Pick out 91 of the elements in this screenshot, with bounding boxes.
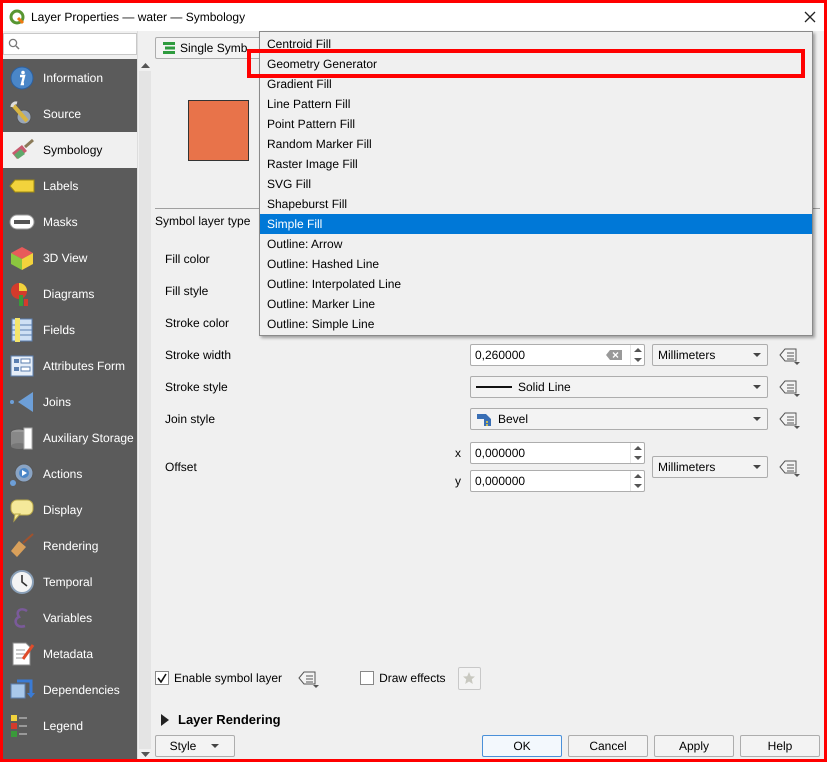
stacked-bars-icon [162, 41, 176, 55]
menu-item[interactable]: Outline: Arrow [260, 234, 812, 254]
unit-dropdown[interactable]: Millimeters [652, 456, 768, 478]
menu-item[interactable]: Outline: Hashed Line [260, 254, 812, 274]
sidebar-item[interactable]: Temporal [3, 564, 137, 600]
checkbox[interactable] [155, 671, 169, 685]
field-label: Fill color [165, 251, 210, 268]
menu-item[interactable]: Gradient Fill [260, 74, 812, 94]
caret-icon [210, 743, 220, 749]
close-icon [804, 11, 816, 23]
speech-bubble-icon [9, 497, 35, 523]
sidebar-item[interactable]: Joins [3, 384, 137, 420]
sidebar-item[interactable]: Legend [3, 708, 137, 744]
menu-item[interactable]: Raster Image Fill [260, 154, 812, 174]
axis-label: y [455, 473, 462, 490]
search-icon [8, 38, 20, 50]
line-style-dropdown[interactable]: Solid Line [470, 376, 768, 398]
sidebar-item[interactable]: Dependencies [3, 672, 137, 708]
spin-arrows-icon [630, 471, 644, 491]
gear-play-icon [9, 461, 35, 487]
sidebar-item[interactable]: Masks [3, 204, 137, 240]
sidebar-item[interactable]: Symbology [3, 132, 137, 168]
sidebar-item[interactable]: Auxiliary Storage [3, 420, 137, 456]
dialog-button[interactable]: Help [740, 735, 820, 757]
broom-icon [9, 533, 35, 559]
caret-icon [752, 464, 762, 470]
sidebar-item[interactable]: Display [3, 492, 137, 528]
sidebar-item[interactable]: Rendering [3, 528, 137, 564]
expand-arrow-icon [160, 714, 170, 726]
caret-icon [752, 352, 762, 358]
line-sample-icon [476, 385, 512, 389]
field-label: Join style [165, 411, 216, 428]
sidebar-item[interactable]: Fields [3, 312, 137, 348]
info-icon [9, 65, 35, 91]
sidebar-item[interactable]: Information [3, 60, 137, 96]
axis-label: x [455, 445, 462, 462]
checkmark-icon [157, 673, 167, 683]
star-icon [462, 671, 476, 685]
effects-button[interactable] [458, 666, 481, 690]
menu-item[interactable]: Shapeburst Fill [260, 194, 812, 214]
menu-item[interactable]: Line Pattern Fill [260, 94, 812, 114]
menu-item[interactable]: SVG Fill [260, 174, 812, 194]
menu-item[interactable]: Outline: Interpolated Line [260, 274, 812, 294]
menu-item[interactable]: Point Pattern Fill [260, 114, 812, 134]
checkbox[interactable] [360, 671, 374, 685]
sidebar-item[interactable]: Labels [3, 168, 137, 204]
clear-icon [606, 350, 622, 360]
menu-item[interactable]: Simple Fill [260, 214, 812, 234]
bevel-join-icon [476, 411, 492, 427]
table-icon [9, 317, 35, 343]
spin-arrows-icon [630, 443, 644, 463]
clock-icon [9, 569, 35, 595]
sidebar-item[interactable]: Actions [3, 456, 137, 492]
number-field[interactable]: 0,260000 [470, 344, 645, 366]
checkbox-label: Draw effects [379, 670, 446, 687]
sidebar-item[interactable]: Attributes Form [3, 348, 137, 384]
field-label: Stroke width [165, 347, 232, 364]
search-field[interactable] [3, 33, 137, 55]
sidebar-item[interactable]: 3D View [3, 240, 137, 276]
window-title: Layer Properties — water — Symbology [31, 9, 246, 26]
caret-icon [752, 416, 762, 422]
caret-icon [752, 384, 762, 390]
cube-icon [9, 245, 35, 271]
database-icon [9, 425, 35, 451]
unit-dropdown[interactable]: Millimeters [652, 344, 768, 366]
menu-item[interactable]: Outline: Marker Line [260, 294, 812, 314]
style-button[interactable]: Style [155, 735, 235, 757]
join-cone-icon [9, 389, 35, 415]
field-label: Fill style [165, 283, 208, 300]
form-icon [9, 353, 35, 379]
sidebar-item[interactable]: Variables [3, 600, 137, 636]
dialog-button[interactable]: Apply [654, 735, 734, 757]
number-field[interactable]: 0,000000 [470, 442, 645, 464]
join-style-dropdown[interactable]: Bevel [470, 408, 768, 430]
checkbox-label: Enable symbol layer [174, 670, 282, 687]
spin-arrows-icon [630, 345, 644, 365]
field-label: Stroke color [165, 315, 230, 332]
field-label: Stroke style [165, 379, 228, 396]
sidebar-item[interactable]: Diagrams [3, 276, 137, 312]
menu-item[interactable]: Outline: Simple Line [260, 314, 812, 334]
number-field[interactable]: 0,000000 [470, 470, 645, 492]
app-logo-icon [9, 9, 25, 25]
sidebar-item[interactable]: Metadata [3, 636, 137, 672]
symbol-preview [188, 100, 249, 161]
field-label: Offset [165, 459, 197, 476]
section-toggle[interactable]: Layer Rendering [155, 709, 820, 731]
menu-item[interactable]: Random Marker Fill [260, 134, 812, 154]
dialog-button[interactable]: OK [482, 735, 562, 757]
dialog-button[interactable]: Cancel [568, 735, 648, 757]
field-label: Symbol layer type [155, 213, 250, 230]
sidebar-item[interactable]: Source [3, 96, 137, 132]
